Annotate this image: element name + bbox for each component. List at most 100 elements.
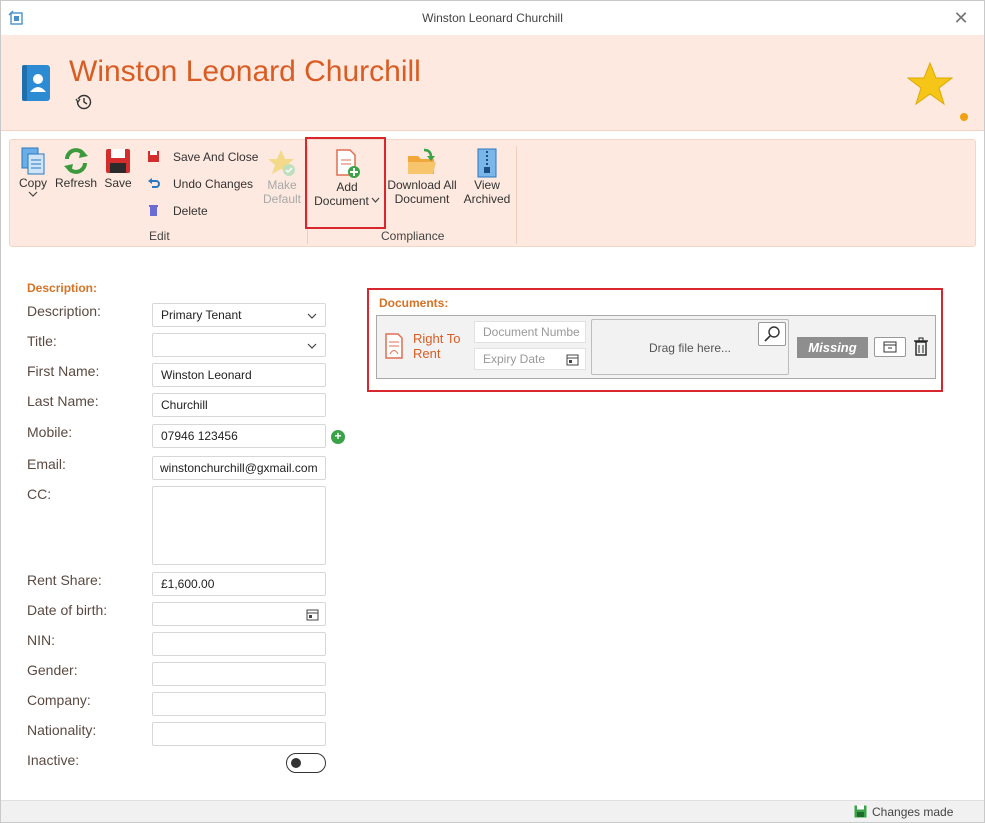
delete-document-button[interactable] xyxy=(913,337,929,357)
document-type-line-1: Right To xyxy=(413,331,461,346)
inactive-toggle[interactable] xyxy=(286,753,326,773)
mobile-label: Mobile: xyxy=(27,424,73,440)
copy-icon xyxy=(21,147,45,175)
save-and-close-button[interactable]: Save And Close xyxy=(147,148,267,166)
folder-download-icon xyxy=(408,148,436,174)
company-label: Company: xyxy=(27,692,91,708)
mobile-field[interactable]: 07946 123456 xyxy=(152,424,326,448)
expiry-date-input[interactable]: Expiry Date xyxy=(474,348,586,370)
favourite-star-icon[interactable] xyxy=(907,62,953,106)
first-name-field[interactable]: Winston Leonard xyxy=(152,363,326,387)
view-archived-button[interactable]: View Archived xyxy=(462,148,512,206)
status-text: Changes made xyxy=(872,805,954,819)
close-button[interactable]: ✕ xyxy=(950,7,972,29)
first-name-label: First Name: xyxy=(27,363,100,379)
document-type-line-2: Rent xyxy=(413,346,441,361)
description-value: Primary Tenant xyxy=(161,308,242,322)
chevron-down-icon xyxy=(307,313,317,319)
copy-button[interactable]: Copy xyxy=(16,146,50,198)
pdf-document-icon xyxy=(385,333,403,359)
description-select[interactable]: Primary Tenant xyxy=(152,303,326,327)
dob-field[interactable] xyxy=(152,602,326,626)
gender-field[interactable] xyxy=(152,662,326,686)
rent-share-field[interactable]: £1,600.00 xyxy=(152,572,326,596)
calendar-icon[interactable] xyxy=(306,608,319,621)
delete-button[interactable]: Delete xyxy=(147,202,267,220)
chevron-down-icon xyxy=(307,343,317,349)
trash-icon xyxy=(914,337,928,356)
compliance-group-label: Compliance xyxy=(381,229,445,243)
cc-field[interactable] xyxy=(152,486,326,565)
delete-label: Delete xyxy=(173,204,208,218)
refresh-label: Refresh xyxy=(54,176,98,190)
inactive-label: Inactive: xyxy=(27,752,80,768)
undo-icon xyxy=(148,178,160,188)
contact-book-icon xyxy=(22,65,50,101)
ribbon-toolbar: Copy Refresh Save Save And Close Undo Ch… xyxy=(9,139,976,247)
nin-field[interactable] xyxy=(152,632,326,656)
nationality-field[interactable] xyxy=(152,722,326,746)
description-section-title: Description: xyxy=(27,281,98,295)
history-icon[interactable] xyxy=(75,93,93,111)
floppy-disk-icon xyxy=(106,149,130,173)
window-title: Winston Leonard Churchill xyxy=(422,11,563,25)
save-and-close-label: Save And Close xyxy=(173,150,259,164)
last-name-label: Last Name: xyxy=(27,393,99,409)
document-number-input[interactable]: Document Numbe xyxy=(474,321,586,343)
toggle-knob xyxy=(291,758,301,768)
archive-icon xyxy=(883,341,897,353)
undo-changes-button[interactable]: Undo Changes xyxy=(147,175,267,193)
title-bar: Winston Leonard Churchill ✕ xyxy=(1,1,984,35)
ribbon-separator xyxy=(516,146,517,244)
copy-label: Copy xyxy=(18,176,47,190)
expiry-date-placeholder: Expiry Date xyxy=(483,352,546,366)
trash-icon xyxy=(149,205,158,216)
download-all-button[interactable]: Download All Document xyxy=(384,148,460,206)
search-icon xyxy=(764,326,780,342)
refresh-icon xyxy=(64,148,88,174)
make-default-label-1: Make xyxy=(267,178,297,192)
status-bar: Changes made xyxy=(1,800,984,822)
undo-changes-label: Undo Changes xyxy=(173,177,254,191)
download-all-label-1: Download All xyxy=(387,178,457,192)
save-status-icon xyxy=(854,805,867,818)
contact-window: Winston Leonard Churchill ✕ Winston Leon… xyxy=(0,0,985,823)
save-close-icon xyxy=(148,151,159,162)
nationality-label: Nationality: xyxy=(27,722,97,738)
documents-title: Documents: xyxy=(379,296,449,310)
title-select[interactable] xyxy=(152,333,326,357)
chevron-down-icon xyxy=(28,191,38,197)
save-label: Save xyxy=(104,176,132,190)
contact-name-heading: Winston Leonard Churchill xyxy=(69,55,421,88)
last-name-field[interactable]: Churchill xyxy=(152,393,326,417)
archive-document-button[interactable] xyxy=(874,337,906,357)
add-mobile-icon[interactable]: + xyxy=(331,430,345,444)
default-star-icon xyxy=(268,150,295,176)
download-all-label-2: Document xyxy=(394,192,450,206)
document-type: Right To Rent xyxy=(413,331,460,361)
gender-label: Gender: xyxy=(27,662,78,678)
description-label: Description: xyxy=(27,303,101,319)
nin-label: NIN: xyxy=(27,632,55,648)
browse-file-button[interactable] xyxy=(758,322,786,346)
dob-label: Date of birth: xyxy=(27,602,108,618)
edit-group-label: Edit xyxy=(149,229,170,243)
contact-header: Winston Leonard Churchill xyxy=(1,35,984,131)
view-archived-label-1: View xyxy=(474,178,500,192)
status-dot xyxy=(960,113,968,121)
calendar-icon[interactable] xyxy=(566,353,579,366)
refresh-button[interactable]: Refresh xyxy=(54,146,98,190)
cc-label: CC: xyxy=(27,486,52,502)
view-archived-label-2: Archived xyxy=(463,192,511,206)
make-default-button[interactable]: Make Default xyxy=(262,148,302,206)
email-field[interactable]: winstonchurchill@gxmail.com xyxy=(152,456,326,480)
add-document-highlight xyxy=(305,137,386,229)
title-label: Title: xyxy=(27,333,57,349)
rent-share-label: Rent Share: xyxy=(27,572,102,588)
save-button[interactable]: Save xyxy=(102,146,134,190)
archive-zip-icon xyxy=(477,148,497,178)
document-status-badge: Missing xyxy=(797,337,868,358)
company-field[interactable] xyxy=(152,692,326,716)
make-default-label-2: Default xyxy=(262,192,302,206)
email-label: Email: xyxy=(27,456,66,472)
